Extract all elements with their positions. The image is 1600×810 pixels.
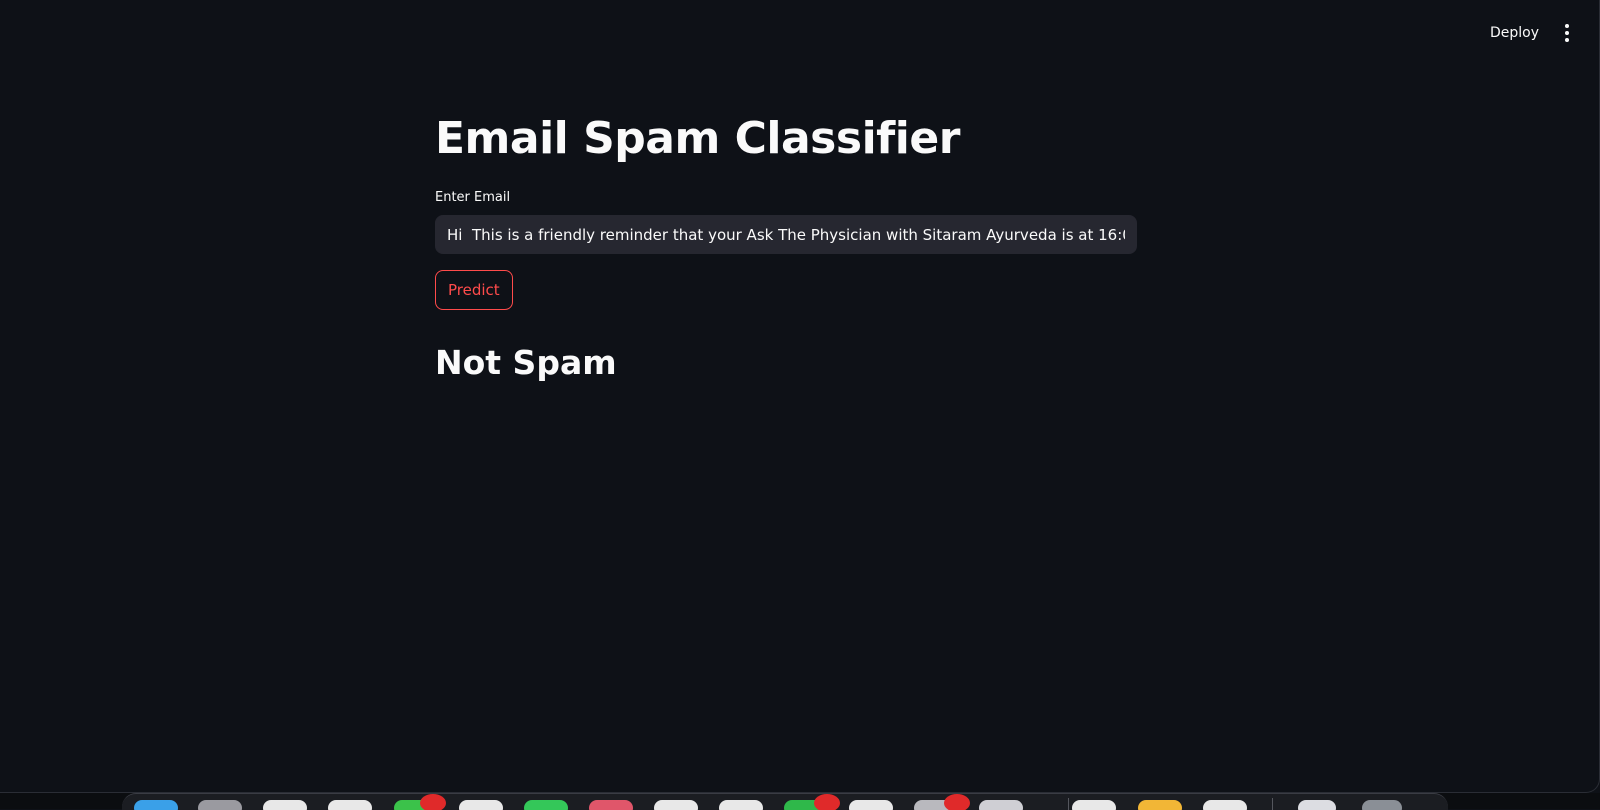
notification-badge	[814, 794, 840, 810]
page-title: Email Spam Classifier	[435, 113, 960, 164]
deploy-button[interactable]: Deploy	[1486, 20, 1543, 46]
app-header: Deploy	[0, 0, 1599, 64]
email-input[interactable]	[435, 215, 1137, 254]
main-menu-button[interactable]	[1557, 18, 1577, 48]
dock-separator	[1272, 798, 1273, 810]
main-content: Email Spam Classifier Enter Email Predic…	[435, 100, 1137, 386]
prediction-result: Not Spam	[435, 343, 617, 382]
vertical-ellipsis-icon	[1565, 24, 1569, 28]
predict-button[interactable]: Predict	[435, 270, 513, 310]
macos-dock	[122, 793, 1448, 810]
dock-separator	[1068, 798, 1069, 810]
notification-badge	[944, 794, 970, 810]
streamlit-app-window: Deploy Email Spam Classifier Enter Email…	[0, 0, 1600, 793]
email-input-label: Enter Email	[435, 190, 511, 205]
notification-badge	[420, 794, 446, 810]
